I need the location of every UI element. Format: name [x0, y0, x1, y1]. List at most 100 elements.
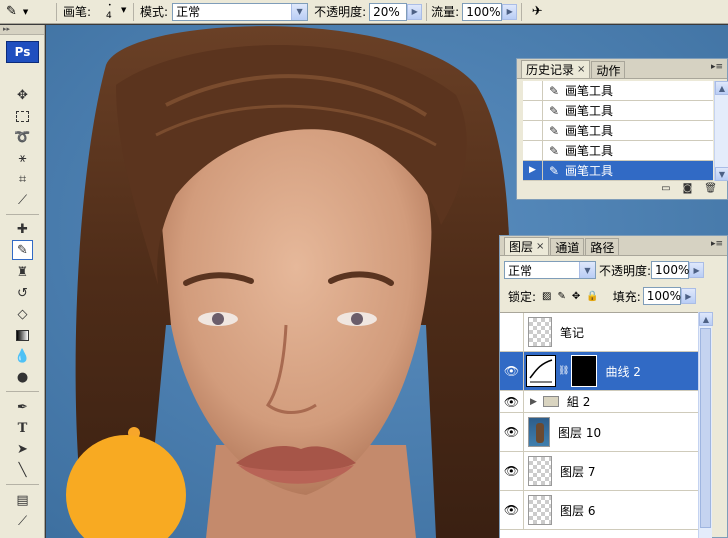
brush-tool-icon[interactable]: ✎ — [12, 240, 33, 260]
dodge-tool-icon[interactable]: ● — [12, 367, 33, 387]
lock-position-icon[interactable]: ✥ — [572, 291, 580, 302]
brush-icon: ✎ — [548, 83, 560, 98]
opacity-input[interactable]: 20% — [369, 2, 408, 21]
tab-layers[interactable]: 图层 × — [504, 237, 550, 255]
ps-logo: Ps — [6, 41, 39, 63]
layer-thumbnail — [528, 456, 552, 486]
layer-opacity-slider-button[interactable]: ▶ — [689, 262, 705, 278]
visibility-toggle[interactable]: 👁 — [500, 490, 524, 530]
blur-tool-icon[interactable]: 💧 — [12, 346, 33, 366]
history-item[interactable]: ✎ 画笔工具 — [523, 100, 713, 121]
lock-transparency-icon[interactable]: ▨ — [542, 291, 551, 302]
visibility-toggle[interactable]: 👁 — [500, 351, 524, 391]
notes-tool-icon[interactable]: ▤ — [12, 490, 33, 510]
tab-channels-label: 通道 — [555, 240, 580, 255]
brush-preset-picker[interactable]: • 4 ▼ — [95, 1, 129, 23]
history-brush-tool-icon[interactable]: ↺ — [12, 283, 33, 303]
folder-icon — [542, 396, 559, 407]
tab-paths-label: 路径 — [590, 240, 615, 255]
scroll-down-icon[interactable]: ▼ — [715, 167, 728, 181]
panel-menu-icon[interactable]: ▸≡ — [711, 62, 723, 72]
mode-select[interactable]: 正常 ▼ — [172, 2, 309, 21]
layers-list: 笔记 👁 ⛓ 曲线 2 👁 ▶ 組 2 👁 图层 10 👁 图层 7 👁 图层 … — [500, 312, 698, 538]
type-tool-icon[interactable]: T — [12, 418, 33, 438]
airbrush-toggle[interactable]: ✈ — [526, 2, 548, 22]
scroll-thumb[interactable] — [700, 328, 711, 528]
new-document-icon[interactable]: ▭ — [661, 183, 670, 199]
crop-tool-icon[interactable]: ⌗ — [12, 169, 33, 189]
visibility-toggle[interactable]: 👁 — [500, 390, 524, 413]
history-scrollbar[interactable]: ▲ ▼ — [714, 81, 728, 181]
fill-slider-button[interactable]: ▶ — [680, 288, 696, 304]
trash-icon[interactable]: 🗑 — [704, 183, 717, 199]
tool-preset-picker[interactable]: ✎ ▼ — [0, 0, 52, 24]
clone-stamp-tool-icon[interactable]: ♜ — [12, 262, 33, 282]
history-item[interactable]: ✎ 画笔工具 — [523, 120, 713, 141]
blend-mode-select[interactable]: 正常 ▼ — [504, 261, 596, 279]
pen-tool-icon[interactable]: ✒ — [12, 397, 33, 417]
visibility-toggle[interactable]: 👁 — [500, 451, 524, 491]
healing-brush-tool-icon[interactable]: ✚ — [12, 219, 33, 239]
line-tool-icon[interactable]: ╲ — [12, 460, 33, 480]
close-icon[interactable]: × — [536, 241, 544, 252]
fill-label: 填充: — [612, 289, 641, 304]
layers-scrollbar[interactable]: ▲ — [698, 312, 713, 538]
flow-input[interactable]: 100% — [462, 2, 503, 21]
fill-value: 100% — [646, 289, 682, 303]
lock-pixels-icon[interactable]: ✎ — [558, 291, 566, 302]
close-icon[interactable]: × — [577, 64, 585, 75]
layer-row[interactable]: 👁 图层 6 — [500, 490, 698, 530]
flow-label: 流量: — [431, 5, 460, 19]
tab-channels[interactable]: 通道 — [550, 238, 585, 255]
brush-size-value: 4 — [106, 10, 112, 21]
panel-menu-icon[interactable]: ▸≡ — [711, 239, 723, 249]
brush-icon: ✎ — [548, 123, 560, 138]
lasso-tool-icon[interactable]: ➰ — [12, 127, 33, 147]
history-item[interactable]: ✎ 画笔工具 — [523, 81, 713, 101]
layer-opacity-input[interactable]: 100% — [651, 261, 689, 279]
eyedropper-tool-icon[interactable]: ⟋ — [12, 511, 33, 531]
scroll-up-icon[interactable]: ▲ — [699, 312, 713, 326]
history-item-selected[interactable]: ▶ ✎ 画笔工具 — [523, 160, 713, 181]
opacity-value: 20% — [373, 4, 400, 19]
eraser-tool-icon[interactable]: ◇ — [12, 304, 33, 324]
snapshot-icon[interactable]: ◙ — [683, 183, 693, 199]
layer-row-selected[interactable]: 👁 ⛓ 曲线 2 — [500, 351, 698, 391]
marquee-tool-icon[interactable] — [12, 106, 33, 126]
layer-name: 图层 10 — [558, 425, 602, 440]
gradient-tool-icon[interactable] — [12, 325, 33, 345]
toolbox-grip[interactable]: ▸▸ — [0, 25, 44, 35]
slice-tool-icon[interactable]: ⟋ — [12, 190, 33, 210]
chevron-down-icon: ▼ — [579, 262, 595, 278]
eye-icon: 👁 — [503, 425, 520, 439]
scroll-up-icon[interactable]: ▲ — [715, 81, 728, 95]
expand-triangle-icon[interactable]: ▶ — [530, 397, 537, 407]
layer-row[interactable]: 笔记 — [500, 313, 698, 352]
mode-select-value: 正常 — [176, 5, 201, 19]
move-tool-icon[interactable]: ✥ — [12, 85, 33, 105]
layer-group-row[interactable]: 👁 ▶ 組 2 — [500, 390, 698, 413]
curves-adjustment-thumbnail — [526, 355, 556, 387]
flow-slider-button[interactable]: ▶ — [502, 3, 518, 20]
visibility-toggle[interactable] — [500, 313, 524, 352]
opacity-slider-button[interactable]: ▶ — [407, 3, 423, 20]
lock-all-icon[interactable]: 🔒 — [586, 291, 598, 302]
layer-thumbnail-photo — [528, 417, 550, 447]
tab-history[interactable]: 历史记录 × — [521, 60, 591, 78]
layers-panel-tabs: 图层 × 通道 路径 ▸≡ — [500, 236, 727, 256]
layer-row[interactable]: 👁 图层 10 — [500, 412, 698, 452]
layer-row[interactable]: 👁 图层 7 — [500, 451, 698, 491]
visibility-toggle[interactable]: 👁 — [500, 412, 524, 452]
tab-paths[interactable]: 路径 — [585, 238, 620, 255]
history-item[interactable]: ✎ 画笔工具 — [523, 140, 713, 161]
magic-wand-tool-icon[interactable]: ⚹ — [12, 148, 33, 168]
path-selection-tool-icon[interactable]: ➤ — [12, 439, 33, 459]
toolbox: ▸▸ Ps ✥ ➰ ⚹ ⌗ ⟋ ✚ ✎ ♜ ↺ ◇ 💧 ● ✒ T ➤ ╲ ▤ … — [0, 25, 45, 538]
brush-icon: ✎ — [548, 143, 560, 158]
layer-name: 图层 7 — [560, 464, 596, 479]
history-panel-tabs: 历史记录 × 动作 ▸≡ — [517, 59, 727, 79]
history-item-label: 画笔工具 — [565, 164, 614, 178]
tab-actions[interactable]: 动作 — [591, 61, 626, 78]
chain-link-icon[interactable]: ⛓ — [558, 366, 569, 376]
fill-input[interactable]: 100% — [642, 287, 682, 305]
